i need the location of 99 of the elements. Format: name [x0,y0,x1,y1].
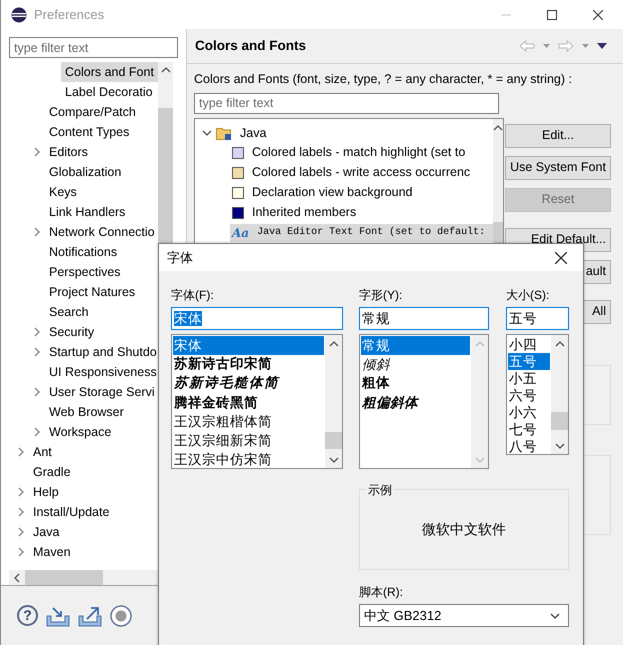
description: Colors and Fonts (font, size, type, ? = any character, * = any string) : [194,71,573,88]
field-label: 字形(Y): [359,287,404,303]
tree-item[interactable]: Content Types [45,122,134,142]
chevron-down-icon[interactable] [328,456,338,462]
tree-item[interactable]: Ant [29,442,56,462]
list-item[interactable]: 苏新诗毛糙体简 [173,374,324,393]
chevron-up-icon[interactable] [493,124,504,131]
list-item[interactable]: 宋体 [173,336,324,355]
tree-item[interactable]: Java [29,522,64,542]
tree-item[interactable]: Security [45,322,98,342]
list-item[interactable]: 腾祥金砖黑简 [173,393,324,412]
app-icon [11,6,27,22]
tree-item[interactable]: Inherited members [252,203,356,222]
list-item[interactable]: 五号 [508,353,550,370]
chevron-down-icon[interactable] [202,130,212,136]
dropdown-icon[interactable] [582,44,589,48]
tree-item[interactable]: Colored labels - match highlight (set to [252,143,466,162]
tree-item[interactable]: Gradle [29,462,75,482]
chevron-down-icon[interactable] [554,442,564,448]
tree-item[interactable]: UI Responsiveness [45,362,158,382]
tree-item[interactable]: Globalization [45,162,126,182]
list-item[interactable]: 王汉宗细新宋简 [173,431,324,450]
record-icon[interactable] [110,604,132,626]
list-item[interactable]: 苏新诗古印宋简 [173,355,324,374]
list-item[interactable]: 六号 [508,387,550,404]
scrollbar-thumb[interactable] [551,412,568,430]
help-icon[interactable]: ? [17,605,38,626]
export-icon[interactable] [78,604,102,626]
tree-item[interactable]: Compare/Patch [45,102,140,122]
tree-item[interactable]: Workspace [45,422,116,442]
input-field[interactable]: 宋体 [171,307,343,330]
window-title: Preferences [34,6,106,24]
tree-item[interactable]: Web Browser [45,402,128,422]
input-field[interactable]: 五号 [506,307,569,330]
tree-item[interactable]: Java [236,122,270,143]
tree-item[interactable]: Keys [45,182,81,202]
selected-row[interactable]: Aa Java Editor Text Font (set to default: [230,224,494,242]
tree-item[interactable]: Editors [45,142,92,162]
tree-item[interactable]: Colored labels - write access occurrenc [252,163,470,182]
tree-item[interactable]: Perspectives [45,262,125,282]
tree-item[interactable]: Startup and Shutdo [45,342,158,362]
list-item[interactable]: 小四 [508,336,550,353]
filter-field[interactable]: type filter text [9,37,178,58]
close-icon[interactable] [555,252,567,264]
chevron-right-icon[interactable] [34,147,40,157]
field-label: 大小(S): [506,287,550,303]
tree-item[interactable]: Project Natures [45,282,140,302]
scrollbar[interactable] [551,335,568,454]
field-label: 脚本(R): [359,584,404,600]
list-item[interactable]: 粗体 [361,374,470,393]
chevron-up-icon[interactable] [554,340,564,346]
tree-item[interactable]: Notifications [45,242,122,262]
list-item[interactable]: 小五 [508,370,550,387]
tree-item[interactable]: Install/Update [29,502,114,522]
chevron-up-icon[interactable] [160,67,171,73]
chevron-right-icon[interactable] [34,227,40,237]
list-item[interactable]: 王汉宗粗楷体简 [173,412,324,431]
sample-text: 微软中文软件 [422,520,506,539]
tree-item[interactable]: Search [45,302,93,322]
tree-item[interactable]: Colors and Font [61,62,158,82]
tree-item[interactable]: Link Handlers [45,202,130,222]
field-label: 字体(F): [171,287,215,303]
list-item[interactable]: 粗偏斜体 [361,393,470,412]
list-item[interactable]: 七号 [508,421,550,438]
button[interactable]: Edit... [505,124,611,148]
tree-item[interactable]: User Storage Servi [45,382,158,402]
scrollbar[interactable] [325,335,342,468]
list-item[interactable]: 常规 [361,336,470,355]
tree-item[interactable]: Java Editor Text Font (set to default: [257,225,486,240]
chevron-right-icon[interactable] [34,387,40,397]
font-icon: Aa [232,224,250,242]
list-item[interactable]: 八号 [508,438,550,454]
select-value: 中文 GB2312 [364,606,442,625]
dialog-title: 字体 [167,248,194,267]
input-field[interactable]: 常规 [359,307,489,330]
list-item[interactable]: 小六 [508,404,550,421]
tree-item[interactable]: Help [29,482,63,502]
import-icon[interactable] [46,604,70,626]
filter-field[interactable]: type filter text [194,92,499,114]
chevron-down-icon[interactable] [550,612,560,618]
list-item[interactable]: 王汉宗中仿宋简 [173,450,324,468]
chevron-up-icon[interactable] [328,340,338,346]
close-icon[interactable] [593,10,603,20]
list-item[interactable]: 倾斜 [361,355,470,374]
select-field[interactable]: 中文 GB2312 [359,604,569,627]
page-title: Colors and Fonts [195,36,307,55]
tree-item[interactable]: Label Decoratio [61,82,157,102]
dropdown-icon[interactable] [543,44,550,48]
back-arrow-icon[interactable] [519,40,535,52]
view-menu-icon[interactable] [597,43,607,49]
chevron-left-icon[interactable] [14,572,20,582]
tree-item[interactable]: Maven [29,542,75,562]
button[interactable]: Use System Font [505,156,611,180]
folder-icon [216,126,232,140]
scrollbar-thumb[interactable] [325,432,342,449]
tree-item[interactable]: Network Connectio [45,222,158,242]
maximize-icon[interactable] [547,10,557,20]
tree-item[interactable]: Declaration view background [252,183,413,202]
forward-arrow-icon[interactable] [558,40,574,52]
